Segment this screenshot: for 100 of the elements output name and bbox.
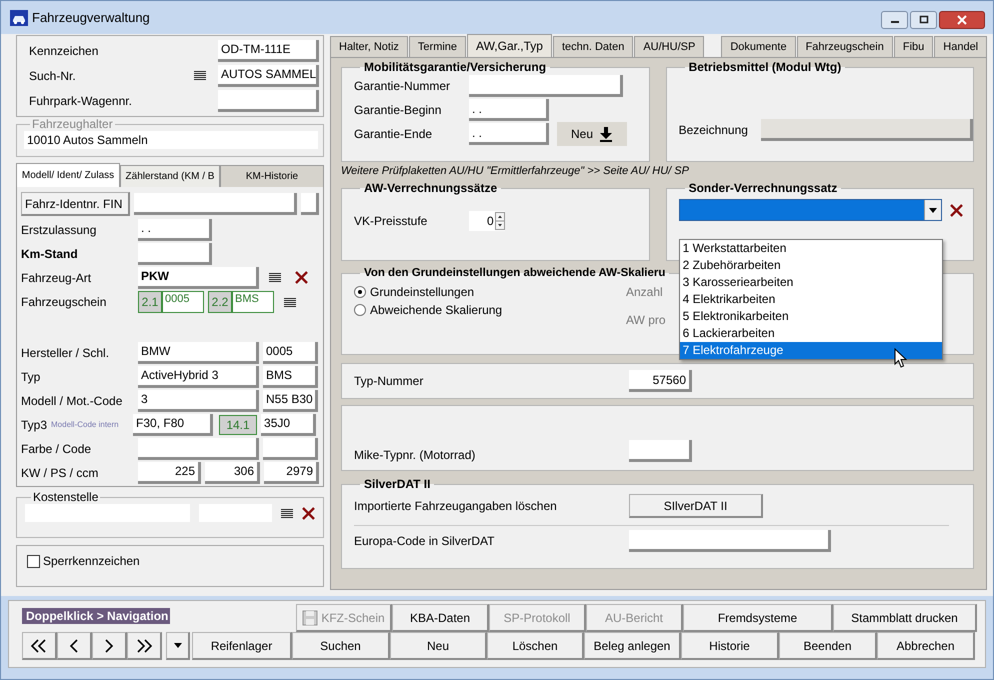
action-button[interactable]: Beleg anlegen	[584, 632, 681, 660]
input-field[interactable]	[629, 440, 692, 462]
next-button[interactable]	[92, 632, 127, 660]
action-button[interactable]: Historie	[681, 632, 779, 660]
input-field[interactable]: PKW	[138, 266, 259, 288]
fin-button[interactable]: Fahrz-Identnr. FIN	[21, 192, 130, 216]
close-button[interactable]	[939, 11, 985, 29]
note-text: Weitere Prüfplaketten AU/HU "Ermittlerfahrzeuge" >> Seite AU/ HU/ SP	[341, 165, 690, 177]
new-button[interactable]: Neu	[557, 122, 627, 146]
dropdown-option[interactable]: 6 Lackierarbeiten	[680, 325, 942, 342]
field-label: Typ3	[21, 418, 48, 432]
input-field[interactable]	[301, 193, 319, 215]
tab[interactable]: techn. Daten	[552, 36, 634, 57]
input-field[interactable]: 306	[205, 462, 260, 484]
action-button[interactable]: Fremdsysteme	[683, 604, 833, 632]
tab[interactable]: Fahrzeugschein	[796, 36, 893, 57]
input-field[interactable]: BMS	[263, 366, 318, 388]
dropdown-option[interactable]: 2 Zubehörarbeiten	[680, 257, 942, 274]
field-label: Typ	[21, 370, 42, 384]
code-label: 2.2	[208, 291, 232, 313]
input-field[interactable]: ActiveHybrid 3	[138, 366, 259, 388]
field-label: Modell / Mot.-Code	[21, 394, 124, 408]
caret-icon	[929, 208, 938, 212]
list-icon[interactable]	[284, 296, 296, 308]
action-button[interactable]: Neu	[390, 632, 487, 660]
last-record-button[interactable]	[127, 632, 162, 660]
tab[interactable]: Handel	[934, 36, 988, 57]
tab[interactable]: AW,Gar.,Typ	[467, 34, 552, 57]
code-badge: 14.1	[219, 414, 258, 434]
field-label: Garantie-Ende	[354, 127, 434, 141]
input-field[interactable]: . .	[138, 218, 212, 240]
silverdat-button[interactable]: SIlverDAT II	[629, 494, 763, 518]
maximize-button[interactable]	[910, 11, 937, 29]
input-field[interactable]	[218, 90, 319, 112]
action-button[interactable]: Löschen	[487, 632, 584, 660]
tab[interactable]: KM-Historie	[220, 165, 324, 187]
input-field[interactable]: BMS	[232, 291, 274, 313]
dropdown[interactable]	[678, 199, 942, 221]
input-field[interactable]: 57560	[629, 370, 692, 392]
input-field[interactable]: OD-TM-111E	[218, 40, 319, 62]
action-button[interactable]: Beenden	[779, 632, 877, 660]
input-field[interactable]: 3	[138, 390, 259, 412]
input-field[interactable]	[629, 530, 831, 552]
field-label: Mike-Typnr. (Motorrad)	[354, 448, 476, 462]
input-field[interactable]	[263, 438, 318, 460]
input-field[interactable]: 35J0	[261, 414, 316, 436]
action-button[interactable]: Stammblatt drucken	[833, 604, 977, 632]
input-field[interactable]	[469, 75, 623, 97]
delete-icon[interactable]	[950, 204, 964, 216]
list-icon[interactable]	[281, 508, 293, 518]
action-button[interactable]: Reifenlager	[192, 632, 292, 660]
dropdown-option[interactable]: 7 Elektrofahrzeuge	[680, 342, 942, 359]
tab[interactable]: Termine	[408, 36, 466, 57]
close-icon	[957, 15, 967, 25]
first-record-button[interactable]	[22, 632, 57, 660]
input-field[interactable]	[134, 193, 297, 215]
tab[interactable]: Modell/ Ident/ Zulass	[16, 163, 120, 187]
action-button[interactable]: KBA-Daten	[392, 604, 489, 632]
radio-button[interactable]: Grundeinstellungen	[354, 285, 626, 299]
action-button[interactable]: Suchen	[292, 632, 390, 660]
number-spinner[interactable]: 0	[469, 211, 505, 231]
tab[interactable]: Zählerstand (KM / B	[120, 165, 220, 187]
input-field[interactable]: 10010 Autos Sammeln	[24, 131, 318, 149]
dropdown-option[interactable]: 4 Elektrikarbeiten	[680, 291, 942, 308]
checkbox[interactable]: Sperrkennzeichen	[27, 554, 313, 568]
list-icon[interactable]	[194, 70, 206, 81]
dropdown-button[interactable]	[166, 632, 190, 660]
field-label: Kennzeichen	[29, 44, 100, 58]
input-field[interactable]: AUTOS SAMMEL	[218, 64, 319, 86]
tab[interactable]: Dokumente	[721, 36, 796, 57]
dropdown-option[interactable]: 3 Karosseriearbeiten	[680, 274, 942, 291]
list-icon[interactable]	[269, 272, 281, 283]
field-label: Fuhrpark-Wagennr.	[29, 94, 133, 108]
delete-icon[interactable]	[302, 506, 315, 520]
input-field[interactable]: BMW	[138, 342, 259, 364]
input-field[interactable]: . .	[469, 99, 549, 121]
code-label: 2.1	[138, 291, 162, 313]
input-field[interactable]: 0005	[263, 342, 318, 364]
input-field[interactable]: 0005	[162, 291, 204, 313]
input-field[interactable]: F30, F80	[133, 414, 214, 436]
field-label: Typ-Nummer	[354, 374, 424, 388]
action-button[interactable]: Abbrechen	[877, 632, 975, 660]
spin-arrows-icon[interactable]	[494, 212, 505, 230]
group-title: Sonder-Verrechnungssatz	[688, 181, 838, 195]
delete-icon[interactable]	[295, 271, 308, 284]
dropdown-option[interactable]: 5 Elektronikarbeiten	[680, 308, 942, 325]
input-field[interactable]: N55 B30	[263, 390, 318, 412]
input-field[interactable]	[138, 242, 212, 264]
tab[interactable]: AU/HU/SP	[634, 36, 704, 57]
input-field[interactable]: . .	[469, 123, 549, 145]
minimize-button[interactable]	[881, 11, 908, 29]
radio-button[interactable]: Abweichende Skalierung	[354, 303, 626, 317]
input-field[interactable]: 2979	[264, 462, 319, 484]
tab[interactable]: Fibu	[894, 36, 934, 57]
field-label: Garantie-Nummer	[354, 79, 452, 93]
input-field[interactable]	[138, 438, 259, 460]
previous-button[interactable]	[57, 632, 92, 660]
tab[interactable]: Halter, Notiz	[330, 36, 408, 57]
dropdown-option[interactable]: 1 Werkstattarbeiten	[680, 240, 942, 257]
input-field[interactable]: 225	[138, 462, 201, 484]
